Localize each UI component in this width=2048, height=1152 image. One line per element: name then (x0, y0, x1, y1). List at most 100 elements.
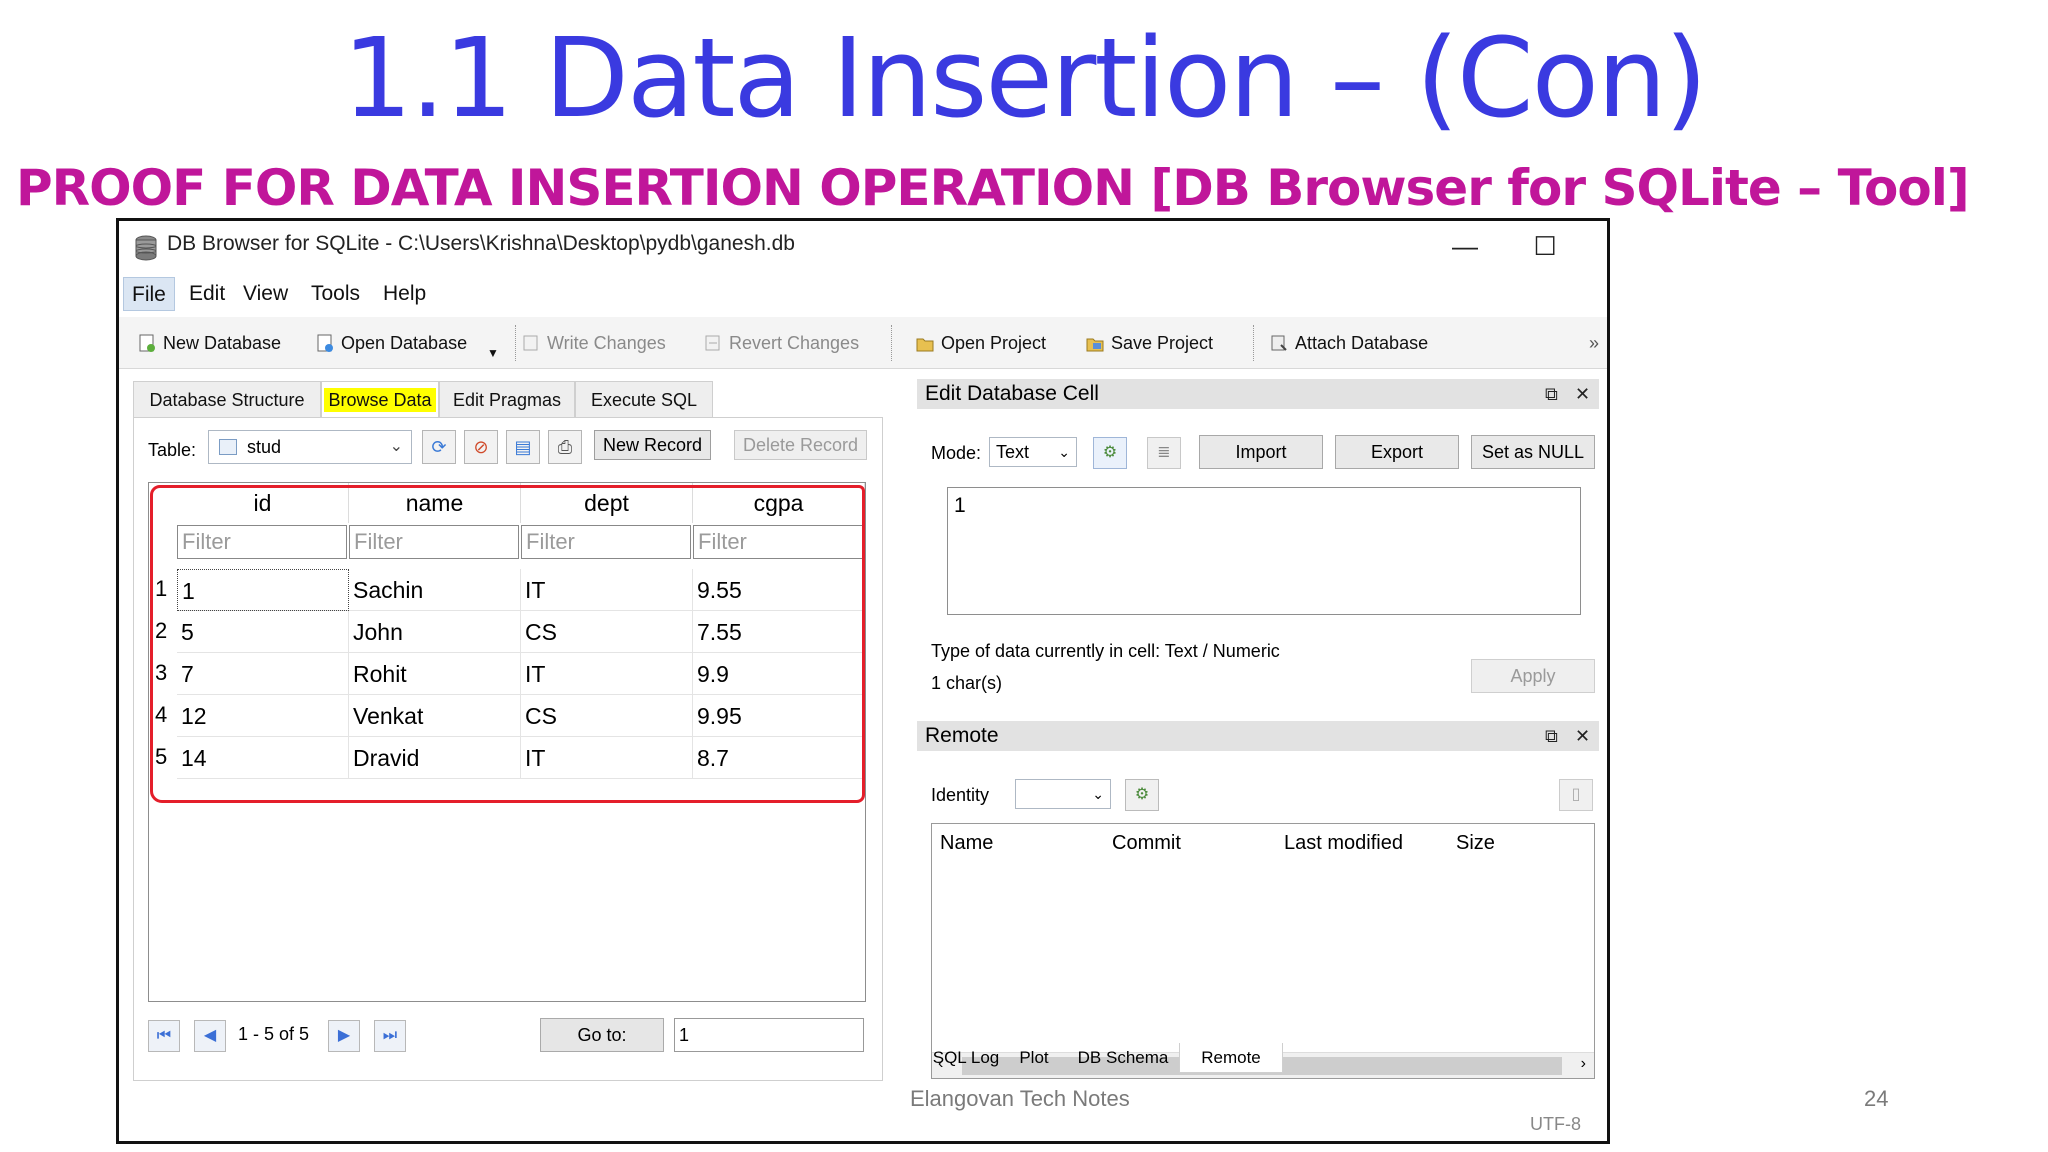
save-project-label: Save Project (1111, 333, 1214, 353)
cell-cgpa[interactable]: 9.95 (693, 695, 865, 737)
close-dock-icon[interactable]: ✕ (1575, 379, 1590, 409)
export-button[interactable]: Export (1335, 435, 1459, 469)
save-project-button[interactable]: Save Project (1085, 327, 1213, 359)
toolbar-overflow-icon[interactable]: » (1589, 327, 1599, 359)
table-select[interactable]: stud ⌄ (208, 430, 412, 464)
page-number: 24 (1864, 1086, 1889, 1111)
open-database-button[interactable]: Open Database (315, 327, 467, 359)
tab-db-schema[interactable]: DB Schema (1067, 1043, 1179, 1073)
filter-cgpa[interactable]: Filter (693, 525, 863, 559)
tab-sql-log[interactable]: SQL Log (931, 1043, 1001, 1073)
previous-record-button[interactable]: ◀ (194, 1020, 226, 1052)
identity-settings-button[interactable]: ⚙ (1125, 779, 1159, 811)
cell-id[interactable]: 14 (177, 737, 349, 779)
cell-cgpa[interactable]: 9.55 (693, 569, 865, 611)
undock-icon[interactable]: ⧉ (1545, 721, 1558, 751)
table-row[interactable]: 12 Venkat CS 9.95 (177, 695, 865, 737)
auto-switch-mode-button[interactable]: ⚙ (1093, 437, 1127, 469)
tab-browse-data[interactable]: Browse Data (321, 381, 439, 419)
cell-name[interactable]: John (349, 611, 521, 653)
delete-record-button[interactable]: Delete Record (734, 430, 868, 460)
row-number[interactable]: 5 (155, 737, 173, 777)
browse-data-panel: Table: stud ⌄ ⟳ ⊘ ▤ ⎙ New Record Delete … (133, 417, 883, 1081)
cell-dept[interactable]: CS (521, 611, 693, 653)
next-record-button[interactable]: ▶ (328, 1020, 360, 1052)
column-header-cgpa[interactable]: cgpa (693, 483, 865, 523)
cell-id[interactable]: 12 (177, 695, 349, 737)
tab-database-structure[interactable]: Database Structure (133, 381, 321, 417)
row-number[interactable]: 1 (155, 569, 173, 609)
cell-id[interactable]: 1 (177, 569, 349, 611)
import-button[interactable]: Import (1199, 435, 1323, 469)
menu-view[interactable]: View (235, 277, 296, 311)
remote-column-name[interactable]: Name (940, 832, 993, 855)
revert-changes-button[interactable]: Revert Changes (703, 327, 859, 359)
set-null-button[interactable]: Set as NULL (1471, 435, 1595, 469)
menu-help[interactable]: Help (375, 277, 434, 311)
table-row[interactable]: 1 Sachin IT 9.55 (177, 569, 865, 611)
open-project-button[interactable]: Open Project (915, 327, 1046, 359)
cell-name[interactable]: Sachin (349, 569, 521, 611)
attach-database-button[interactable]: Attach Database (1269, 327, 1428, 359)
remote-column-size[interactable]: Size (1456, 832, 1495, 855)
identity-select[interactable]: ⌄ (1015, 779, 1111, 809)
close-button[interactable]: ✕ (1597, 227, 1607, 265)
table-row[interactable]: 7 Rohit IT 9.9 (177, 653, 865, 695)
cell-id[interactable]: 7 (177, 653, 349, 695)
menu-edit[interactable]: Edit (181, 277, 233, 311)
tab-execute-sql[interactable]: Execute SQL (575, 381, 713, 417)
cell-cgpa[interactable]: 9.9 (693, 653, 865, 695)
refresh-button[interactable]: ⟳ (422, 430, 456, 464)
save-table-button[interactable]: ▤ (506, 430, 540, 464)
maximize-button[interactable]: ☐ (1515, 227, 1575, 265)
row-number[interactable]: 4 (155, 695, 173, 735)
cell-name[interactable]: Rohit (349, 653, 521, 695)
print-button[interactable]: ⎙ (548, 430, 582, 464)
remote-column-last-modified[interactable]: Last modified (1284, 832, 1403, 855)
menu-tools[interactable]: Tools (303, 277, 368, 311)
last-record-button[interactable]: ⏭ (374, 1020, 406, 1052)
remote-column-commit[interactable]: Commit (1112, 832, 1181, 855)
tab-plot[interactable]: Plot (1001, 1043, 1067, 1073)
mode-select[interactable]: Text ⌄ (989, 437, 1077, 467)
cell-id[interactable]: 5 (177, 611, 349, 653)
new-database-button[interactable]: New Database (137, 327, 281, 359)
new-record-button[interactable]: New Record (594, 430, 712, 460)
column-header-dept[interactable]: dept (521, 483, 693, 523)
apply-button[interactable]: Apply (1471, 659, 1595, 693)
scroll-right-icon[interactable]: › (1581, 1055, 1586, 1073)
first-record-button[interactable]: ⏮ (148, 1020, 180, 1052)
filter-id[interactable]: Filter (177, 525, 347, 559)
clear-filter-icon: ⊘ (473, 437, 489, 457)
row-number[interactable]: 3 (155, 653, 173, 693)
word-wrap-button[interactable]: ≣ (1147, 437, 1181, 469)
cell-dept[interactable]: CS (521, 695, 693, 737)
table-row[interactable]: 5 John CS 7.55 (177, 611, 865, 653)
undock-icon[interactable]: ⧉ (1545, 379, 1558, 409)
cell-name[interactable]: Dravid (349, 737, 521, 779)
table-row[interactable]: 14 Dravid IT 8.7 (177, 737, 865, 779)
filter-name[interactable]: Filter (349, 525, 519, 559)
column-header-name[interactable]: name (349, 483, 521, 523)
goto-input[interactable]: 1 (674, 1018, 864, 1052)
minimize-button[interactable]: — (1435, 227, 1495, 265)
goto-button[interactable]: Go to: (540, 1018, 664, 1052)
filter-dept[interactable]: Filter (521, 525, 691, 559)
menu-file[interactable]: File (123, 277, 175, 311)
remote-push-button[interactable]: ▯ (1559, 779, 1593, 811)
tab-edit-pragmas[interactable]: Edit Pragmas (439, 381, 575, 417)
cell-dept[interactable]: IT (521, 737, 693, 779)
row-number[interactable]: 2 (155, 611, 173, 651)
cell-cgpa[interactable]: 7.55 (693, 611, 865, 653)
column-header-id[interactable]: id (177, 483, 349, 523)
cell-editor[interactable]: 1 (947, 487, 1581, 615)
tab-remote[interactable]: Remote (1179, 1043, 1283, 1073)
cell-cgpa[interactable]: 8.7 (693, 737, 865, 779)
open-database-dropdown-icon[interactable]: ▼ (487, 337, 499, 369)
write-changes-button[interactable]: Write Changes (521, 327, 666, 359)
cell-dept[interactable]: IT (521, 653, 693, 695)
cell-name[interactable]: Venkat (349, 695, 521, 737)
clear-filters-button[interactable]: ⊘ (464, 430, 498, 464)
close-dock-icon[interactable]: ✕ (1575, 721, 1590, 751)
cell-dept[interactable]: IT (521, 569, 693, 611)
